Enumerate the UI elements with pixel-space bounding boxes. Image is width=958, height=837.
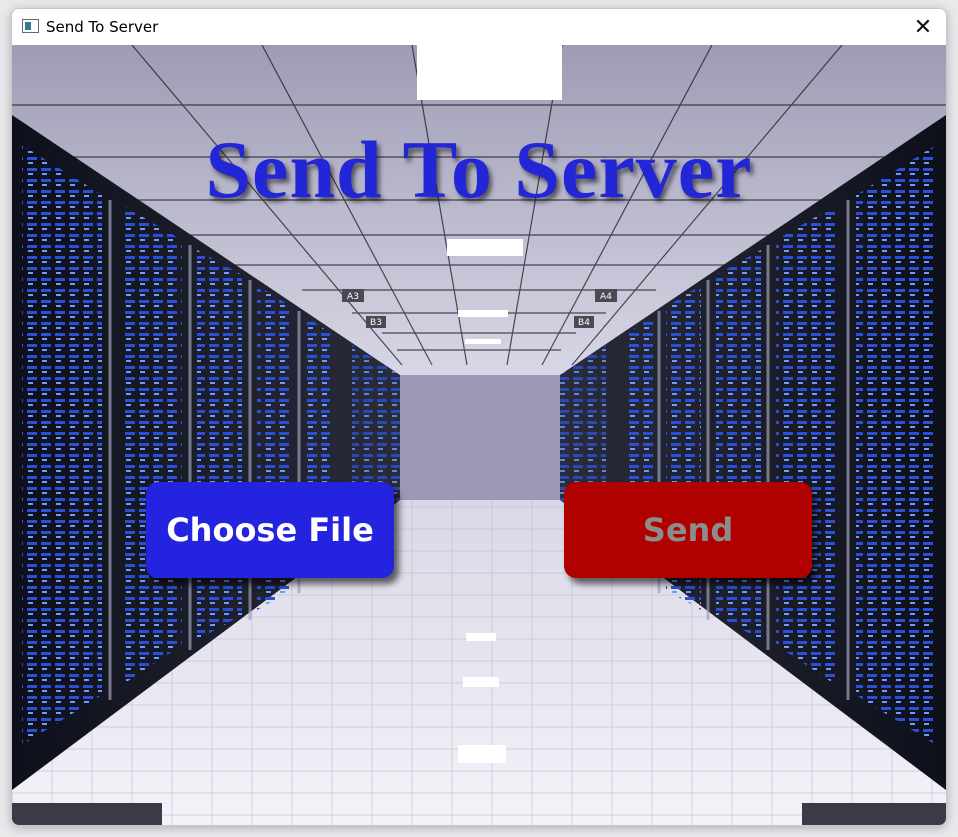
page-title: Send To Server xyxy=(205,124,753,215)
close-button[interactable]: ✕ xyxy=(900,9,946,45)
sign-a3-label: A3 xyxy=(347,292,359,302)
app-window-icon xyxy=(22,19,39,33)
send-button[interactable]: Send xyxy=(564,482,812,578)
sign-b3-label: B3 xyxy=(370,318,382,328)
choose-file-button[interactable]: Choose File xyxy=(146,482,394,578)
app-window: Send To Server ✕ A3 A4 B3 B4 Send To Ser… xyxy=(11,8,947,826)
sign-b4-label: B4 xyxy=(578,318,590,328)
window-title: Send To Server xyxy=(46,18,159,36)
server-room-background: A3 A4 B3 B4 Send To Server Choose File S… xyxy=(12,45,946,825)
title-bar[interactable]: Send To Server ✕ xyxy=(12,9,946,45)
sign-a4-label: A4 xyxy=(600,292,612,302)
